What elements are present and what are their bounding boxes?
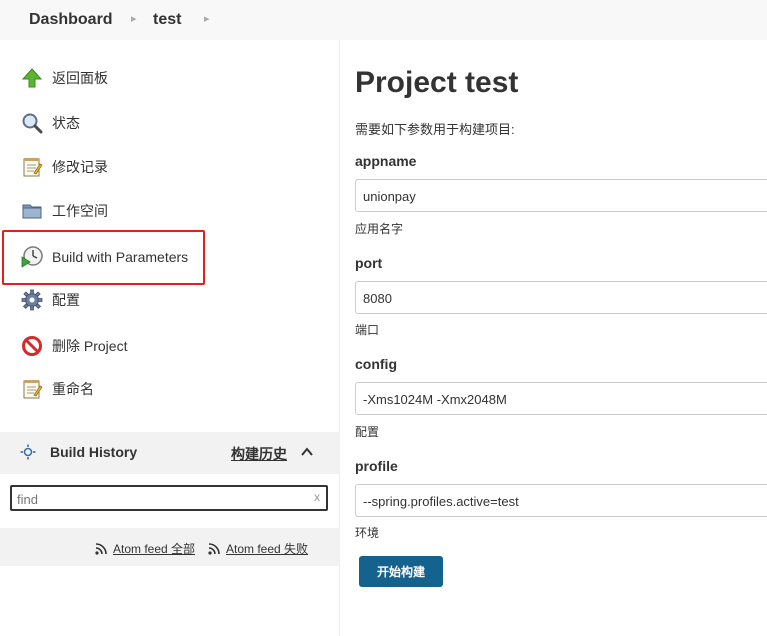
sidebar-item-label: 配置: [52, 292, 80, 308]
build-button[interactable]: 开始构建: [359, 556, 443, 587]
folder-icon: [20, 199, 44, 223]
page-title: Project test: [355, 66, 519, 99]
magnifier-icon: [20, 111, 44, 135]
feed-bar: Atom feed 全部 Atom feed 失败: [0, 528, 340, 566]
breadcrumb-dashboard[interactable]: Dashboard: [29, 11, 113, 29]
param-name: config: [355, 356, 397, 372]
sidebar-item-label: 修改记录: [52, 159, 108, 175]
param-description: 环境: [355, 526, 380, 540]
sidebar-item-workspace[interactable]: 工作空间: [20, 198, 108, 224]
sidebar-item-label: 工作空间: [52, 203, 108, 219]
breadcrumb-separator-icon[interactable]: ▸: [131, 12, 137, 25]
sidebar-item-configure[interactable]: 配置: [20, 287, 80, 313]
param-field-appname: [355, 179, 767, 212]
appname-input[interactable]: [363, 187, 763, 205]
param-description: 配置: [355, 425, 380, 439]
param-field-config: [355, 382, 767, 415]
atom-feed-all-label: Atom feed 全部: [113, 542, 196, 556]
param-description: 应用名字: [355, 222, 404, 236]
param-description: 端口: [355, 323, 380, 337]
up-arrow-icon: [20, 66, 44, 90]
sidebar-item-changes[interactable]: 修改记录: [20, 154, 108, 180]
sidebar-item-back-to-dashboard[interactable]: 返回面板: [20, 65, 108, 91]
build-history-trend-link[interactable]: 构建历史: [231, 444, 287, 464]
atom-feed-all-link[interactable]: Atom feed 全部: [95, 540, 195, 557]
breadcrumb: Dashboard ▸ test ▸: [0, 0, 767, 40]
page-description: 需要如下参数用于构建项目:: [355, 122, 515, 137]
highlight-annotation: [2, 230, 205, 285]
param-field-port: [355, 281, 767, 314]
breadcrumb-project[interactable]: test: [153, 11, 181, 29]
build-history-header: Build History 构建历史: [0, 432, 340, 474]
sidebar-item-label: 重命名: [52, 381, 94, 397]
sidebar-item-status[interactable]: 状态: [20, 110, 80, 136]
rss-icon: [208, 542, 220, 555]
sidebar-item-delete-project[interactable]: 删除 Project: [20, 333, 127, 359]
sidebar-item-label: 删除 Project: [52, 338, 128, 354]
rss-icon: [95, 542, 107, 555]
config-input[interactable]: [363, 390, 763, 408]
param-name: port: [355, 255, 383, 271]
sidebar-item-label: 返回面板: [52, 70, 108, 86]
notepad-icon: [20, 377, 44, 401]
param-name: profile: [355, 458, 398, 474]
chevron-up-icon[interactable]: [300, 445, 314, 459]
no-entry-icon: [20, 334, 44, 358]
build-history-search: x: [10, 485, 328, 511]
sidebar-item-label: 状态: [52, 115, 80, 131]
atom-feed-failed-link[interactable]: Atom feed 失败: [208, 540, 308, 557]
clear-icon[interactable]: x: [314, 490, 320, 504]
notepad-icon: [20, 155, 44, 179]
build-history-icon: [20, 444, 36, 460]
profile-input[interactable]: [363, 492, 763, 510]
param-field-profile: [355, 484, 767, 517]
build-history-title: Build History: [50, 444, 138, 460]
gear-icon: [20, 288, 44, 312]
sidebar: 返回面板 状态 修改记录 工作空间 Build with Parameters …: [0, 40, 340, 636]
atom-feed-failed-label: Atom feed 失败: [226, 542, 309, 556]
search-input[interactable]: [17, 490, 307, 508]
port-input[interactable]: [363, 289, 763, 307]
breadcrumb-separator-icon[interactable]: ▸: [204, 12, 210, 25]
sidebar-item-rename[interactable]: 重命名: [20, 376, 94, 402]
param-name: appname: [355, 153, 417, 169]
